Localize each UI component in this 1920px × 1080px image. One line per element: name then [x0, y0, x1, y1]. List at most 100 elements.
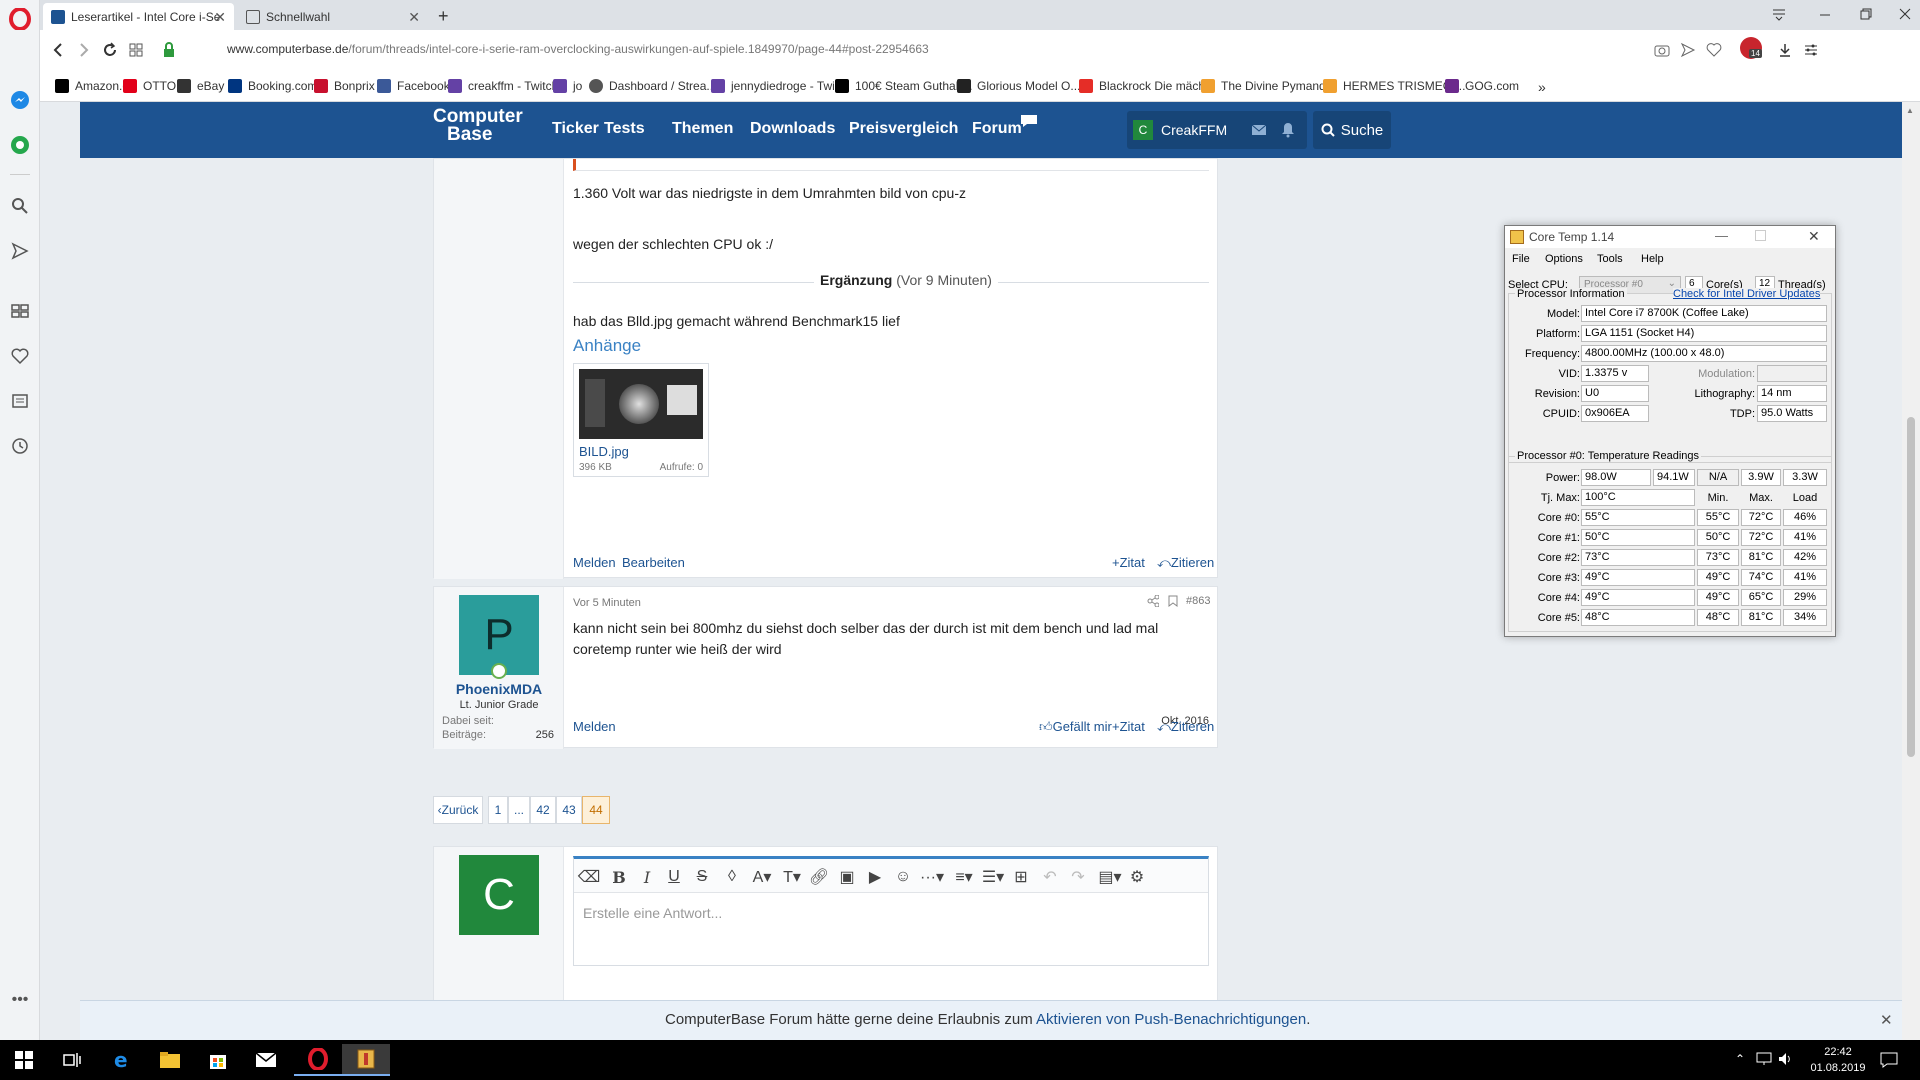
- tab-leserartikel[interactable]: Leserartikel - Intel Core i-Se ✕: [43, 3, 234, 30]
- nav-preisvergleich[interactable]: Preisvergleich: [849, 120, 958, 138]
- search-icon[interactable]: [8, 194, 32, 218]
- page-current[interactable]: 44: [582, 796, 610, 824]
- author-name[interactable]: PhoenixMDA: [434, 681, 564, 697]
- speed-dial-icon[interactable]: [8, 299, 32, 323]
- emoji-icon[interactable]: ☺: [892, 866, 914, 888]
- forward-icon[interactable]: [76, 42, 92, 58]
- driver-update-link[interactable]: Check for Intel Driver Updates: [1673, 288, 1821, 300]
- color-icon[interactable]: ◊: [721, 866, 743, 888]
- attachment-thumbnail[interactable]: [579, 369, 703, 439]
- quote-link[interactable]: ⤺Zitieren: [1157, 555, 1214, 571]
- tab-menu-icon[interactable]: [1771, 6, 1787, 22]
- reply-avatar[interactable]: C: [459, 855, 539, 935]
- send-icon[interactable]: [1680, 42, 1696, 58]
- messages-icon[interactable]: [1251, 123, 1267, 137]
- menu-file[interactable]: File: [1512, 253, 1530, 265]
- bookmark-ebay[interactable]: eBay: [177, 79, 224, 93]
- image-icon[interactable]: ▣: [836, 866, 858, 888]
- search-button[interactable]: Suche: [1313, 111, 1391, 149]
- settings-gear-icon[interactable]: ⚙: [1126, 866, 1148, 888]
- minimize-icon[interactable]: —: [1715, 228, 1728, 243]
- download-icon[interactable]: [1777, 42, 1793, 58]
- bookmark-heart-icon[interactable]: [1706, 42, 1722, 58]
- bookmark-divine-pymander[interactable]: The Divine Pymand...: [1201, 79, 1336, 93]
- user-menu[interactable]: C CreakFFM: [1127, 111, 1307, 149]
- attachment-name[interactable]: BILD.jpg: [579, 444, 629, 459]
- post-number[interactable]: #863: [1186, 595, 1210, 607]
- page-ellipsis[interactable]: ...: [508, 796, 530, 824]
- history-icon[interactable]: [8, 434, 32, 458]
- strikethrough-icon[interactable]: S: [691, 866, 713, 888]
- bookmark-icon[interactable]: [1168, 595, 1178, 607]
- secure-lock-icon[interactable]: [162, 42, 176, 58]
- store-icon[interactable]: [194, 1044, 242, 1076]
- bookmark-bonprix[interactable]: Bonprix: [314, 79, 375, 93]
- quote-link[interactable]: ⤺Zitieren: [1157, 719, 1214, 735]
- restore-icon[interactable]: [1858, 6, 1874, 22]
- font-family-icon[interactable]: A▾: [747, 866, 777, 888]
- coretemp-taskbar-icon[interactable]: [342, 1044, 390, 1076]
- scrollbar-thumb[interactable]: [1907, 417, 1915, 757]
- share-icon[interactable]: [1147, 595, 1159, 607]
- edge-icon[interactable]: e: [98, 1044, 146, 1076]
- bookmark-jo[interactable]: jo: [553, 79, 582, 93]
- action-center-icon[interactable]: [1880, 1052, 1898, 1068]
- bookmark-booking[interactable]: Booking.com: [228, 79, 317, 93]
- page-link[interactable]: 1: [488, 796, 508, 824]
- reply-placeholder[interactable]: Erstelle eine Antwort...: [583, 905, 722, 921]
- messenger-icon[interactable]: [8, 88, 32, 112]
- opera-menu-icon[interactable]: [8, 7, 32, 31]
- more-bookmarks-icon[interactable]: »: [1538, 79, 1546, 95]
- volume-icon[interactable]: [1778, 1052, 1794, 1066]
- file-explorer-icon[interactable]: [146, 1044, 194, 1076]
- undo-icon[interactable]: ↶: [1039, 866, 1061, 888]
- menu-options[interactable]: Options: [1545, 253, 1583, 265]
- back-icon[interactable]: [50, 42, 66, 58]
- notifications-bell-icon[interactable]: [1281, 122, 1295, 138]
- bookmarks-heart-icon[interactable]: [8, 344, 32, 368]
- nav-forum[interactable]: Forum: [972, 120, 1022, 138]
- bookmark-steam[interactable]: 100€ Steam Guthab...: [835, 79, 972, 93]
- coretemp-titlebar[interactable]: Core Temp 1.14 — ✕: [1505, 226, 1835, 248]
- eraser-icon[interactable]: ⌫: [578, 866, 601, 888]
- italic-icon[interactable]: I: [636, 866, 658, 888]
- easy-setup-icon[interactable]: [1803, 42, 1819, 58]
- adblock-icon[interactable]: 14: [1740, 37, 1762, 59]
- bold-icon[interactable]: B: [608, 866, 630, 888]
- page-scrollbar[interactable]: ▲: [1902, 102, 1920, 1040]
- site-logo[interactable]: Computer Base: [433, 107, 523, 152]
- redo-icon[interactable]: ↷: [1067, 866, 1089, 888]
- quote-plus-link[interactable]: +Zitat: [1112, 719, 1145, 734]
- table-icon[interactable]: ⊞: [1010, 866, 1032, 888]
- menu-help[interactable]: Help: [1641, 253, 1664, 265]
- bookmark-blackrock[interactable]: Blackrock Die mäch...: [1079, 79, 1215, 93]
- minimize-icon[interactable]: [1817, 6, 1833, 22]
- news-icon[interactable]: [8, 389, 32, 413]
- push-activate-link[interactable]: Aktivieren von Push-Benachrichtigungen: [1036, 1011, 1306, 1028]
- bookmark-glorious[interactable]: Glorious Model O...: [957, 79, 1080, 93]
- drafts-icon[interactable]: ▤▾: [1095, 866, 1125, 888]
- bookmark-otto[interactable]: OTTO: [123, 79, 176, 93]
- report-link[interactable]: Melden: [573, 719, 616, 734]
- menu-tools[interactable]: Tools: [1597, 253, 1623, 265]
- bookmark-twitch[interactable]: creakffm - Twitch: [448, 79, 558, 93]
- close-tab-icon[interactable]: ✕: [408, 9, 420, 26]
- opera-taskbar-icon[interactable]: [294, 1044, 342, 1076]
- mail-icon[interactable]: [242, 1044, 290, 1076]
- bookmark-gog[interactable]: GOG.com: [1445, 79, 1519, 93]
- link-icon[interactable]: 🔗︎: [808, 866, 830, 888]
- scroll-up-icon[interactable]: ▲: [1906, 106, 1914, 115]
- bookmark-dashboard[interactable]: Dashboard / Strea...: [589, 79, 716, 93]
- network-icon[interactable]: [1756, 1052, 1772, 1066]
- snapshot-icon[interactable]: [1653, 42, 1671, 58]
- underline-icon[interactable]: U: [663, 866, 685, 888]
- flow-icon[interactable]: [8, 239, 32, 263]
- pagination-back[interactable]: ‹ Zurück: [433, 796, 483, 824]
- report-link[interactable]: Melden: [573, 555, 616, 570]
- align-icon[interactable]: ≡▾: [949, 866, 979, 888]
- like-link[interactable]: 👍︎Gefällt mir: [1039, 719, 1112, 735]
- page-link[interactable]: 43: [556, 796, 582, 824]
- more-options-icon[interactable]: ···▾: [917, 866, 947, 888]
- font-size-icon[interactable]: T▾: [777, 866, 807, 888]
- url-field[interactable]: www.computerbase.de/forum/threads/intel-…: [227, 42, 929, 56]
